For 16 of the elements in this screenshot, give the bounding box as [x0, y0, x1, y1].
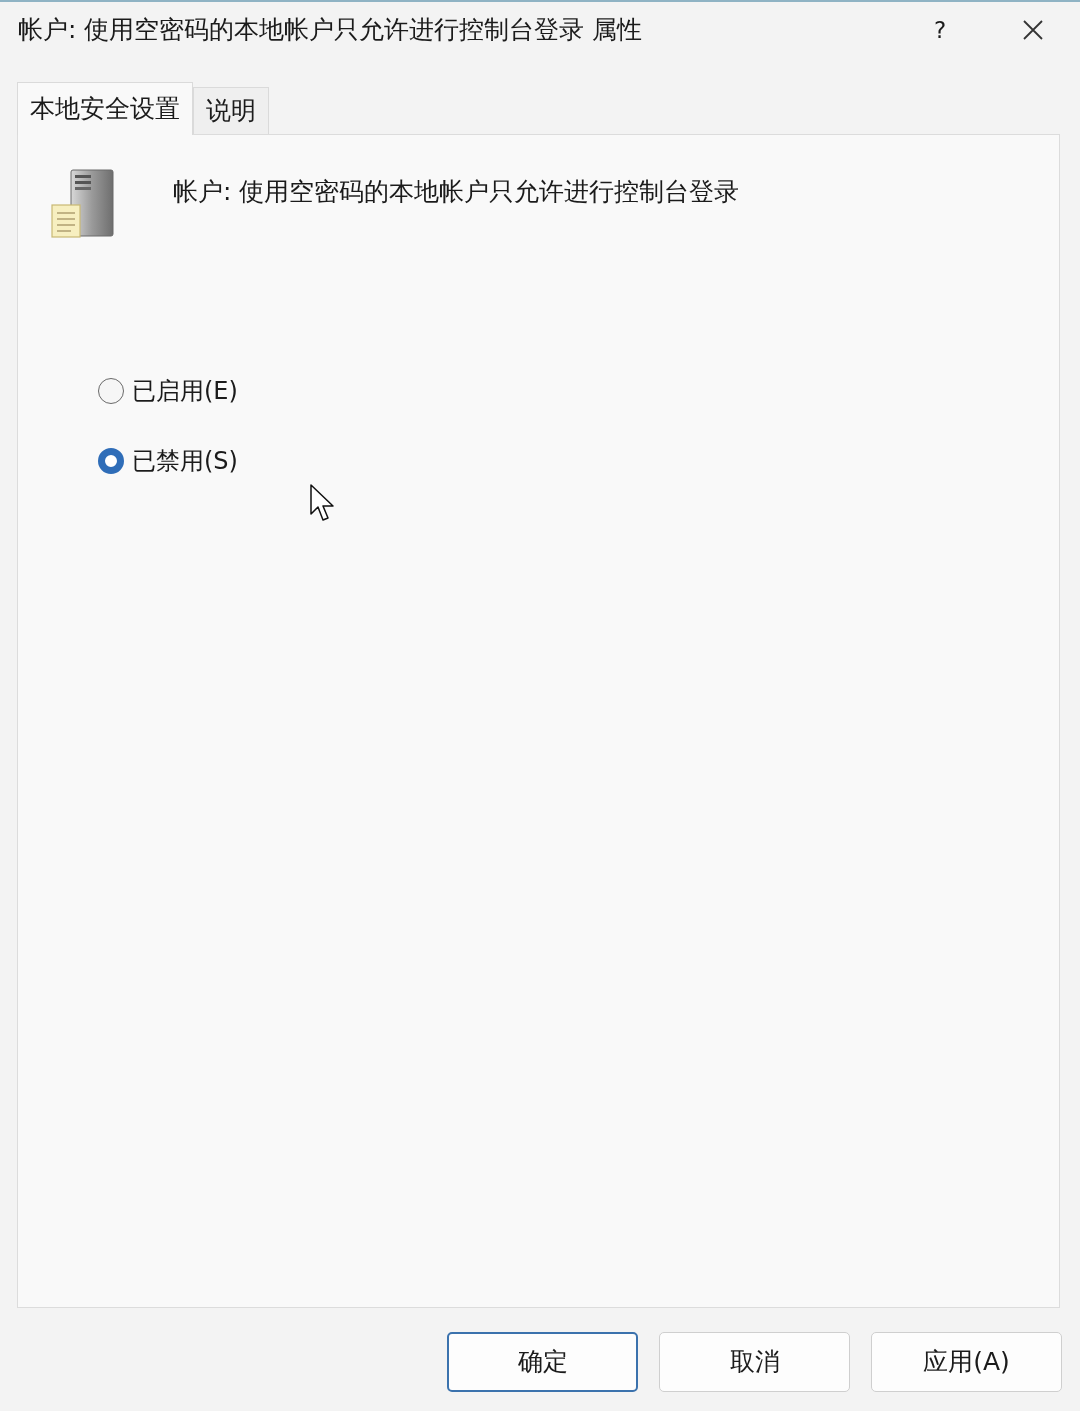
radio-button[interactable]: [98, 448, 124, 474]
policy-name: 帐户: 使用空密码的本地帐户只允许进行控制台登录: [173, 176, 740, 208]
dialog-button[interactable]: 取消: [659, 1332, 850, 1392]
window-title: 帐户: 使用空密码的本地帐户只允许进行控制台登录 属性: [18, 14, 644, 47]
mouse-pointer-icon: [310, 484, 334, 522]
tab[interactable]: 本地安全设置: [17, 82, 193, 135]
close-button[interactable]: [1023, 20, 1043, 40]
help-button[interactable]: ?: [920, 12, 960, 48]
close-icon: [1023, 20, 1043, 40]
radio-label[interactable]: 已禁用(S): [132, 443, 238, 479]
radio-button[interactable]: [98, 378, 124, 404]
server-with-document-icon: [51, 169, 117, 239]
radio-label[interactable]: 已启用(E): [132, 373, 238, 409]
dialog-button[interactable]: 确定: [447, 1332, 638, 1392]
dialog-button[interactable]: 应用(A): [871, 1332, 1062, 1392]
tab[interactable]: 说明: [193, 87, 269, 134]
